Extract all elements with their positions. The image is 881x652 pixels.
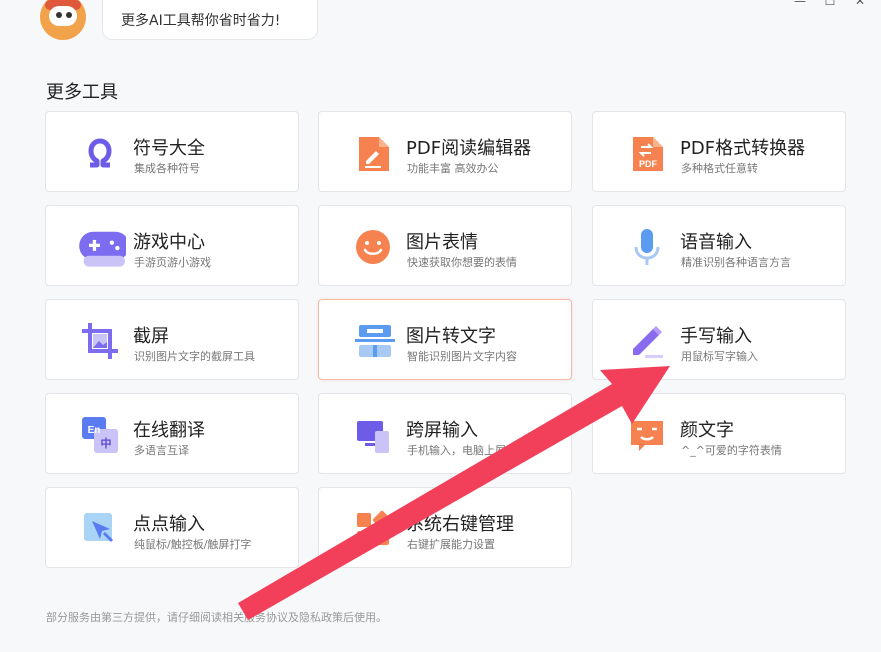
tool-card-kaomoji[interactable]: 颜文字 ^_^可爱的字符表情 bbox=[592, 393, 846, 474]
tool-title: 颜文字 bbox=[680, 420, 734, 441]
tool-card-pdf-converter[interactable]: PDF PDF格式转换器 多种格式任意转 bbox=[592, 111, 846, 192]
kaomoji-icon bbox=[631, 421, 663, 451]
tool-card-voice-input[interactable]: 语音输入 精准识别各种语言方言 bbox=[592, 205, 846, 286]
translate-icon-en: En bbox=[88, 425, 101, 436]
scan-text-icon bbox=[355, 325, 395, 357]
pdf-convert-icon: PDF bbox=[633, 137, 663, 171]
tool-title: 系统右键管理 bbox=[406, 514, 514, 535]
tool-card-image-emoji[interactable]: 图片表情 快速获取你想要的表情 bbox=[318, 205, 572, 286]
omega-icon bbox=[88, 138, 112, 168]
close-button[interactable]: ✕ bbox=[845, 0, 875, 8]
cross-screen-icon bbox=[357, 421, 389, 453]
maximize-button[interactable]: ☐ bbox=[815, 0, 845, 8]
smiley-icon bbox=[356, 230, 390, 264]
tool-subtitle: 精准识别各种语言方言 bbox=[681, 256, 791, 269]
tool-title: 图片表情 bbox=[406, 232, 478, 253]
tool-title: 点点输入 bbox=[133, 514, 205, 535]
tool-subtitle: 智能识别图片文字内容 bbox=[407, 350, 517, 363]
pencil-icon bbox=[633, 326, 663, 358]
window-controls: — ☐ ✕ bbox=[785, 0, 875, 8]
tool-subtitle: 功能丰富 高效办公 bbox=[407, 162, 499, 175]
tool-card-context-menu[interactable]: 系统右键管理 右键扩展能力设置 bbox=[318, 487, 572, 568]
tool-title: 手写输入 bbox=[680, 326, 752, 347]
promo-bubble[interactable]: 更多AI工具帮你省时省力! bbox=[102, 0, 318, 40]
tool-subtitle: 识别图片文字的截屏工具 bbox=[134, 350, 255, 363]
tool-card-screenshot[interactable]: 截屏 识别图片文字的截屏工具 bbox=[45, 299, 299, 380]
translate-icon-zh: 中 bbox=[101, 436, 112, 450]
tool-card-online-translate[interactable]: En 中 在线翻译 多语言互译 bbox=[45, 393, 299, 474]
tool-card-dot-input[interactable]: 点点输入 纯鼠标/触控板/触屏打字 bbox=[45, 487, 299, 568]
mascot-avatar[interactable] bbox=[40, 0, 86, 40]
minimize-button[interactable]: — bbox=[785, 0, 815, 8]
tool-title: 游戏中心 bbox=[133, 232, 205, 253]
tool-subtitle: 多种格式任意转 bbox=[681, 162, 758, 175]
tool-subtitle: 多语言互译 bbox=[134, 444, 189, 457]
microphone-icon bbox=[634, 229, 660, 265]
tool-title: 符号大全 bbox=[133, 138, 205, 159]
footer-disclaimer: 部分服务由第三方提供，请仔细阅读相关服务协议及隐私政策后使用。 bbox=[46, 611, 387, 624]
tool-subtitle: 手机输入，电脑上屏 bbox=[407, 444, 506, 457]
crop-screenshot-icon bbox=[82, 323, 118, 359]
tool-card-symbols[interactable]: 符号大全 集成各种符号 bbox=[45, 111, 299, 192]
tool-title: PDF格式转换器 bbox=[680, 138, 806, 159]
tool-subtitle: 纯鼠标/触控板/触屏打字 bbox=[134, 538, 252, 551]
translate-icon: En 中 bbox=[82, 417, 118, 453]
tool-subtitle: 右键扩展能力设置 bbox=[407, 538, 495, 551]
tool-card-image-to-text[interactable]: 图片转文字 智能识别图片文字内容 bbox=[318, 299, 572, 380]
svg-text:PDF: PDF bbox=[639, 159, 658, 169]
tool-title: 截屏 bbox=[133, 326, 169, 347]
pdf-edit-icon bbox=[359, 137, 389, 171]
tool-subtitle: ^_^可爱的字符表情 bbox=[681, 444, 782, 457]
tool-card-pdf-reader[interactable]: PDF阅读编辑器 功能丰富 高效办公 bbox=[318, 111, 572, 192]
tool-subtitle: 快速获取你想要的表情 bbox=[407, 256, 517, 269]
tool-card-game-center[interactable]: 游戏中心 手游页游小游戏 bbox=[45, 205, 299, 286]
tool-subtitle: 集成各种符号 bbox=[134, 162, 200, 175]
grid-blocks-icon bbox=[357, 510, 392, 545]
tool-title: 在线翻译 bbox=[133, 420, 205, 441]
tool-title: 语音输入 bbox=[680, 232, 752, 253]
tool-title: PDF阅读编辑器 bbox=[406, 138, 532, 159]
tool-subtitle: 用鼠标写字输入 bbox=[681, 350, 758, 363]
tool-card-cross-screen[interactable]: 跨屏输入 手机输入，电脑上屏 bbox=[318, 393, 572, 474]
tool-subtitle: 手游页游小游戏 bbox=[134, 256, 211, 269]
section-title: 更多工具 bbox=[46, 82, 118, 103]
tool-title: 图片转文字 bbox=[406, 326, 496, 347]
cursor-click-icon bbox=[84, 513, 114, 543]
tool-title: 跨屏输入 bbox=[406, 420, 478, 441]
gamepad-icon bbox=[79, 231, 126, 267]
tool-card-handwriting[interactable]: 手写输入 用鼠标写字输入 bbox=[592, 299, 846, 380]
